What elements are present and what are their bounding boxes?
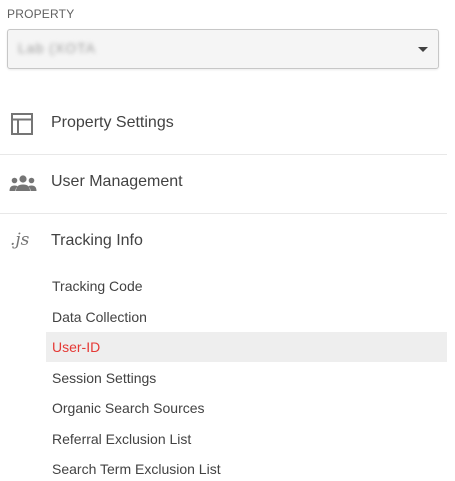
caret-down-icon [418,47,428,52]
js-icon-text: .js [10,230,30,250]
property-label: PROPERTY [7,7,75,21]
section-label: User Management [51,173,183,190]
section-label: Property Settings [51,114,174,131]
js-icon: .js [10,230,34,254]
section-tracking-info[interactable]: .js Tracking Info [0,213,447,271]
section-property-settings[interactable]: Property Settings [0,95,447,153]
sub-item-referral-exclusion-list[interactable]: Referral Exclusion List [46,424,447,454]
sub-item-label: Search Term Exclusion List [52,461,221,477]
sub-item-label: User-ID [52,339,101,355]
sub-item-label: Referral Exclusion List [52,431,192,447]
sub-item-label: Session Settings [52,370,157,386]
section-label: Tracking Info [51,232,143,249]
admin-property-panel: PROPERTY Lab (XOTA Property Settings Use… [0,0,455,481]
sub-item-data-collection[interactable]: Data Collection [46,302,447,332]
property-selected-value: Lab (XOTA [18,40,96,56]
sub-item-label: Organic Search Sources [52,400,205,416]
sub-item-label: Tracking Code [52,278,143,294]
layout-icon [10,112,34,136]
sub-item-label: Data Collection [52,309,147,325]
section-user-management[interactable]: User Management [0,154,447,212]
sub-item-session-settings[interactable]: Session Settings [46,363,447,393]
sub-item-search-term-exclusion-list[interactable]: Search Term Exclusion List [46,454,447,481]
people-icon [9,171,37,195]
sub-item-organic-search-sources[interactable]: Organic Search Sources [46,393,447,423]
sub-item-tracking-code[interactable]: Tracking Code [46,271,447,301]
sub-item-user-id[interactable]: User-ID [46,332,447,362]
property-select[interactable]: Lab (XOTA [7,29,439,69]
